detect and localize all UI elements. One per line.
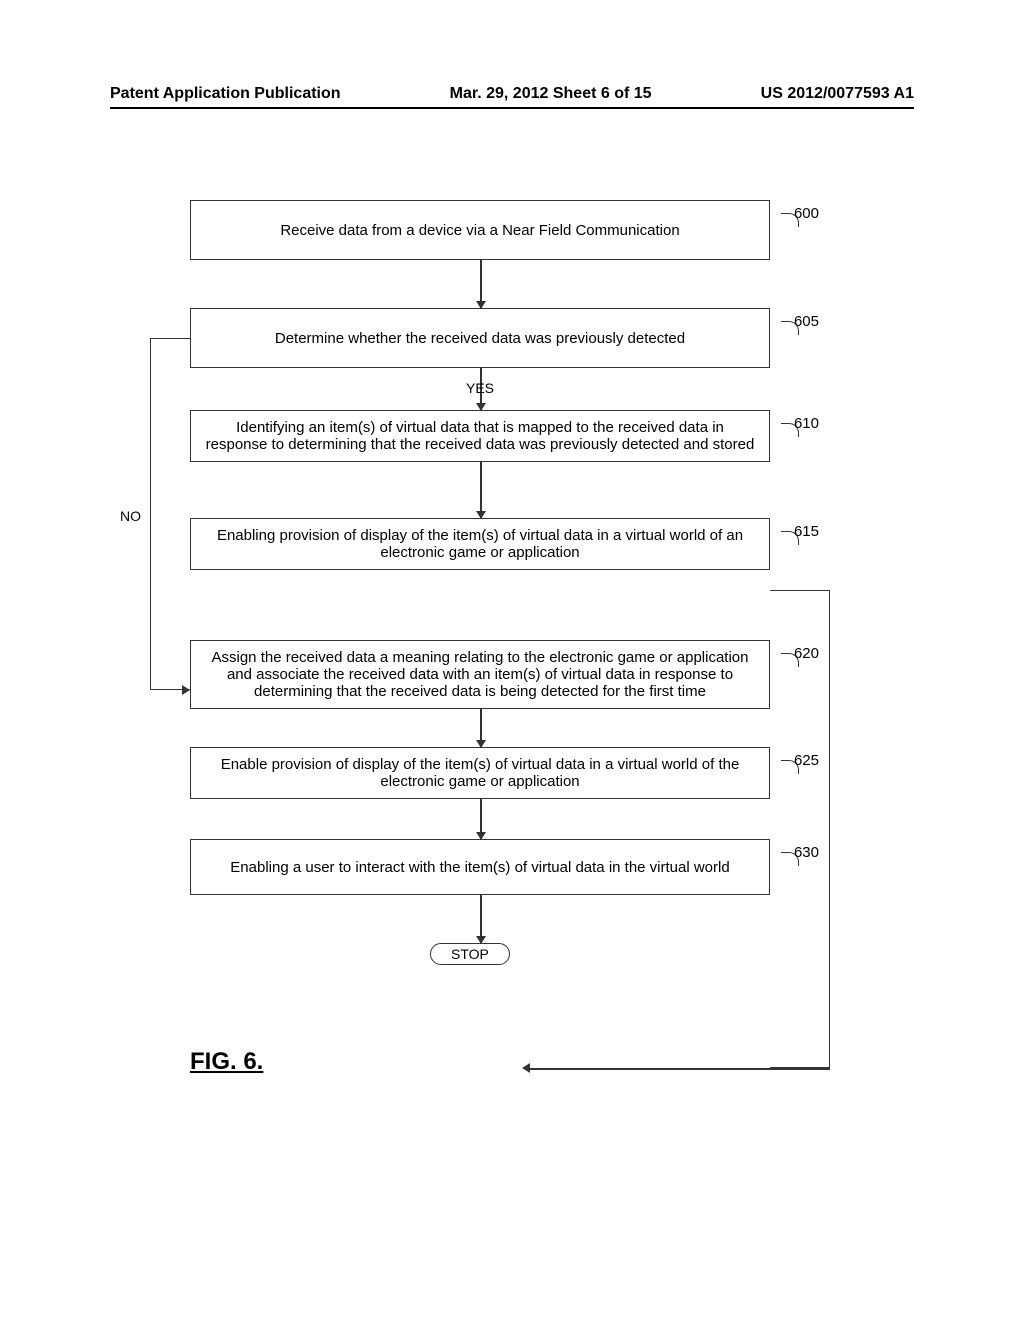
step-600-ref: 600 xyxy=(794,205,819,222)
header-right: US 2012/0077593 A1 xyxy=(761,85,914,103)
stop-terminator: STOP xyxy=(430,943,510,965)
header-left: Patent Application Publication xyxy=(110,85,341,103)
step-605-text: Determine whether the received data was … xyxy=(275,330,685,347)
no-label: NO xyxy=(120,508,141,524)
step-630: Enabling a user to interact with the ite… xyxy=(190,839,770,895)
step-630-text: Enabling a user to interact with the ite… xyxy=(230,859,729,876)
step-625-text: Enable provision of display of the item(… xyxy=(221,756,740,790)
stop-label: STOP xyxy=(451,946,489,962)
arrow-down-icon xyxy=(480,895,482,943)
right-path-bottom xyxy=(528,1068,830,1070)
step-620: Assign the received data a meaning relat… xyxy=(190,640,770,709)
arrow-down-icon xyxy=(480,709,482,747)
step-615-ref: 615 xyxy=(794,523,819,540)
step-615: Enabling provision of display of the ite… xyxy=(190,518,770,570)
step-615-text: Enabling provision of display of the ite… xyxy=(217,527,743,561)
right-path-line xyxy=(770,590,830,1068)
flowchart: Receive data from a device via a Near Fi… xyxy=(150,200,810,965)
step-600: Receive data from a device via a Near Fi… xyxy=(190,200,770,260)
header-center: Mar. 29, 2012 Sheet 6 of 15 xyxy=(450,85,652,103)
step-600-text: Receive data from a device via a Near Fi… xyxy=(280,222,679,239)
step-610-text: Identifying an item(s) of virtual data t… xyxy=(206,419,755,453)
step-620-text: Assign the received data a meaning relat… xyxy=(212,649,749,700)
no-path-line xyxy=(150,338,190,690)
step-605: Determine whether the received data was … xyxy=(190,308,770,368)
arrow-down-icon xyxy=(480,260,482,308)
step-610: Identifying an item(s) of virtual data t… xyxy=(190,410,770,462)
figure-label: FIG. 6. xyxy=(190,1048,263,1076)
arrow-right-icon xyxy=(182,685,190,695)
page-header: Patent Application Publication Mar. 29, … xyxy=(110,85,914,109)
arrow-down-icon xyxy=(480,799,482,839)
arrow-down-icon xyxy=(480,462,482,518)
step-625: Enable provision of display of the item(… xyxy=(190,747,770,799)
step-605-ref: 605 xyxy=(794,313,819,330)
yes-label: YES xyxy=(466,380,494,396)
step-610-ref: 610 xyxy=(794,415,819,432)
